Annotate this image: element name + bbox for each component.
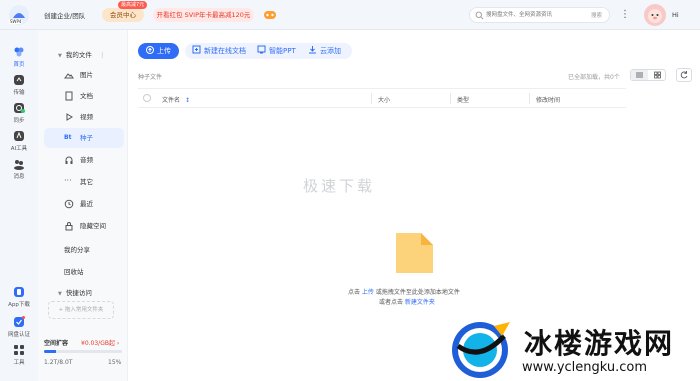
video-icon	[66, 113, 73, 121]
sort-icon[interactable]: ↕	[185, 97, 190, 104]
storage-promo[interactable]: ¥0.03/GB起 ›	[81, 338, 119, 347]
app-download-icon	[14, 287, 24, 297]
more-icon[interactable]: ⋮	[99, 51, 106, 59]
file-table-header: 文件名 ↕ 大小 类型 修改时间	[138, 88, 626, 108]
sidebar-item-bt[interactable]: Bt 种子	[44, 128, 124, 148]
sidebar-item-other[interactable]: ··· 其它	[44, 172, 124, 192]
rail-item-tools[interactable]: 工具	[0, 344, 38, 366]
upload-icon	[146, 46, 154, 54]
message-icon	[14, 160, 24, 170]
rail-item-transfer[interactable]: 传输	[0, 74, 38, 96]
smart-ppt-button[interactable]: 智能PPT	[257, 43, 296, 59]
audio-icon	[65, 156, 73, 164]
new-online-doc-button[interactable]: 新建在线文档	[192, 43, 246, 59]
rail-item-home[interactable]: 首页	[0, 46, 38, 68]
refresh-icon[interactable]	[676, 68, 692, 82]
home-icon	[14, 47, 24, 57]
storage-progress-bar	[44, 350, 122, 353]
select-all-checkbox[interactable]	[143, 94, 151, 102]
empty-folder-icon	[394, 231, 435, 275]
column-filename[interactable]: 文件名 ↕	[162, 95, 190, 104]
list-view-icon[interactable]	[631, 70, 648, 80]
column-type[interactable]: 类型	[457, 95, 469, 104]
sidebar-item-audio[interactable]: 音频	[44, 150, 124, 170]
empty-hint-line2: 或者点击 新建文件夹	[379, 299, 435, 306]
brand-watermark: 冰楼游戏网 www.yclengku.com	[448, 318, 700, 381]
column-size[interactable]: 大小	[378, 95, 390, 104]
avatar[interactable]	[644, 4, 666, 26]
svip-promo-button[interactable]: 开看红包 SVIP年卡最高减120元	[153, 8, 254, 22]
more-menu-icon[interactable]: ⋮	[620, 9, 630, 21]
search-icon	[475, 11, 484, 20]
recycle-bin-link[interactable]: 回收站	[64, 266, 84, 276]
grid-view-icon[interactable]	[649, 70, 666, 80]
cloud-add-button[interactable]: 云添加	[308, 43, 341, 59]
greeting[interactable]: Hi	[672, 11, 679, 19]
upload-link[interactable]: 上传	[362, 289, 374, 296]
bt-icon: Bt	[64, 134, 72, 141]
upload-button[interactable]: 上传	[138, 43, 179, 59]
image-icon	[64, 73, 74, 79]
sidebar-item-image[interactable]: 图片	[44, 65, 124, 85]
game-icon[interactable]	[263, 9, 277, 21]
empty-hint-line1: 点击 上传 或拖拽文件至此处添加本地文件	[348, 289, 460, 296]
sidebar-item-recent[interactable]: 最近	[44, 194, 124, 214]
ppt-icon	[257, 45, 266, 54]
caret-down-icon: ▼	[58, 53, 62, 59]
caret-down-icon: ▼	[58, 291, 62, 297]
rail-item-sync[interactable]: 同步	[0, 102, 38, 124]
rail-item-message[interactable]: 消息	[0, 158, 38, 180]
left-rail: 首页 传输 同步 AI工具 消息 App下载 网盘认证 工具	[0, 30, 38, 381]
my-files-section[interactable]: ▼ 我的文件 ⋮	[58, 49, 105, 59]
sidebar-item-video[interactable]: 视频	[44, 107, 124, 127]
app-logo[interactable]: SWP4	[8, 4, 30, 26]
search-box[interactable]: 搜索	[469, 7, 610, 23]
vip-discount-badge: 最高减7元	[118, 1, 148, 9]
storage-progress-fill	[44, 350, 56, 353]
rail-item-ai-tools[interactable]: AI工具	[0, 130, 38, 152]
hidden-space-icon	[65, 222, 73, 231]
column-modified[interactable]: 修改时间	[536, 95, 560, 104]
sidebar: ▼ 我的文件 ⋮ 图片 文档 视频 Bt 种子 音频 ··· 其它 最近 隐藏空间…	[38, 30, 128, 381]
ai-tools-icon	[14, 131, 24, 141]
new-doc-icon	[192, 45, 201, 54]
transfer-icon	[14, 75, 24, 85]
sidebar-item-hidden-space[interactable]: 隐藏空间	[44, 216, 124, 236]
other-icon: ···	[64, 176, 72, 185]
breadcrumb[interactable]: 种子文件	[138, 72, 162, 81]
add-quick-access-dropzone[interactable]: + 拖入常用文件夹	[48, 301, 114, 319]
storage-title: 空间扩容	[44, 340, 69, 347]
quick-access-section[interactable]: ▼ 快捷访问	[58, 287, 92, 297]
sync-icon	[14, 103, 25, 113]
sidebar-item-document[interactable]: 文档	[44, 86, 124, 106]
app-badge: SWP4	[9, 19, 23, 24]
create-team-link[interactable]: 创建企业/团队	[44, 10, 85, 20]
loaded-status: 已全部加载，共0个	[568, 74, 620, 81]
brand-url: www.yclengku.com	[522, 360, 648, 375]
tools-grid-icon	[14, 345, 24, 355]
brand-title: 冰楼游戏网	[524, 327, 675, 360]
storage-percent: 15%	[108, 359, 122, 366]
view-toggle	[630, 69, 666, 81]
my-share-link[interactable]: 我的分享	[64, 244, 90, 254]
top-bar: SWP4 创建企业/团队 会员中心 最高减7元 开看红包 SVIP年卡最高减12…	[0, 0, 700, 30]
vip-center-button[interactable]: 会员中心	[102, 8, 144, 22]
search-input[interactable]	[486, 10, 581, 20]
watermark-text: 极速下载	[303, 177, 376, 195]
rail-item-verify[interactable]: 网盘认证	[0, 316, 38, 338]
rail-item-app-download[interactable]: App下载	[0, 286, 38, 308]
verify-icon	[14, 316, 25, 327]
recent-icon	[64, 199, 74, 209]
cloud-download-icon	[309, 46, 316, 54]
storage-used: 1.2T/8.0T	[44, 359, 73, 366]
search-button[interactable]: 搜索	[591, 11, 602, 19]
brand-logo-icon	[448, 318, 512, 381]
document-icon	[65, 91, 73, 101]
new-folder-link[interactable]: 新建文件夹	[405, 299, 435, 306]
